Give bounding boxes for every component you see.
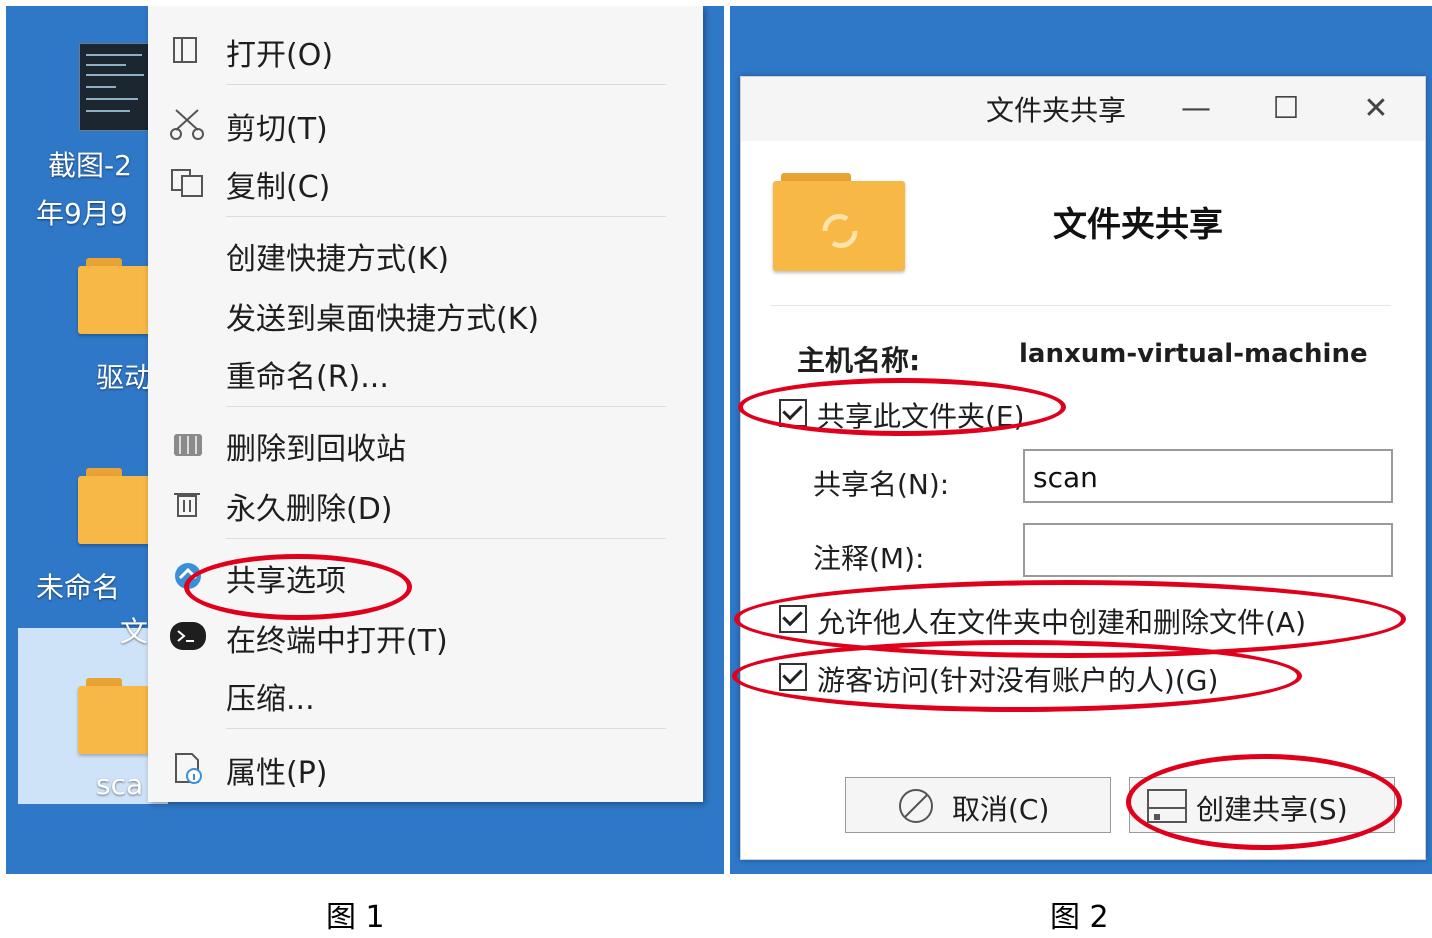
share-folder-checkbox[interactable]	[779, 399, 807, 427]
allow-create-delete-label: 允许他人在文件夹中创建和删除文件(A)	[817, 606, 1307, 639]
host-name-label: 主机名称:	[797, 344, 921, 377]
menu-separator	[226, 538, 666, 539]
shared-folder-icon	[773, 173, 905, 271]
create-share-button-label: 创建共享(S)	[1196, 793, 1348, 826]
trash-icon	[174, 434, 202, 456]
menu-item-open[interactable]: 打开(O)	[148, 24, 703, 74]
copy-icon	[171, 169, 203, 197]
menu-item-label: 永久删除(D)	[226, 492, 393, 527]
terminal-icon	[170, 622, 206, 650]
create-share-button[interactable]: 创建共享(S)	[1129, 777, 1395, 833]
menu-item-cut[interactable]: 剪切(T)	[148, 98, 703, 148]
folder-share-dialog: 文件夹共享 — ☐ ✕ 文件夹共享 主机名称: lanxum-virtual-m…	[740, 76, 1426, 860]
cancel-button[interactable]: 取消(C)	[845, 777, 1111, 833]
window-title: 文件夹共享	[986, 94, 1127, 127]
dialog-heading: 文件夹共享	[1053, 205, 1223, 245]
cut-icon	[170, 109, 204, 140]
share-arrows-icon	[822, 214, 858, 248]
menu-item-label: 打开(O)	[226, 38, 334, 73]
desktop-icon-label: 年9月9	[36, 197, 128, 230]
menu-item-copy[interactable]: 复制(C)	[148, 156, 703, 206]
context-menu: 打开(O) 剪切(T) 复制(C) 创建快捷方式(K) 发送到桌面快捷方式(K)…	[148, 6, 703, 802]
menu-item-label: 共享选项	[226, 564, 346, 599]
properties-icon	[175, 753, 202, 784]
menu-separator	[226, 84, 666, 85]
folder-icon[interactable]	[78, 468, 154, 544]
menu-item-open-in-terminal[interactable]: 在终端中打开(T)	[148, 610, 703, 660]
share-folder-label: 共享此文件夹(E)	[817, 400, 1025, 433]
share-name-label: 共享名(N):	[813, 468, 950, 501]
menu-item-label: 删除到回收站	[226, 432, 406, 467]
comment-input[interactable]	[1023, 523, 1393, 577]
menu-item-label: 在终端中打开(T)	[226, 624, 448, 659]
create-share-icon	[1147, 789, 1187, 823]
desktop-icon-label: 文	[120, 615, 149, 648]
screenshot-thumbnail-icon[interactable]	[79, 43, 153, 131]
divider	[771, 305, 1391, 306]
comment-label: 注释(M):	[813, 542, 925, 575]
menu-item-delete-permanently[interactable]: 永久删除(D)	[148, 478, 703, 528]
menu-item-label: 重命名(R)...	[226, 360, 389, 395]
cancel-icon	[899, 789, 933, 823]
guest-access-label: 游客访问(针对没有账户的人)(G)	[817, 664, 1219, 697]
desktop-icon-label: 驱动	[96, 361, 153, 394]
title-bar: 文件夹共享 — ☐ ✕	[741, 77, 1425, 141]
close-button[interactable]: ✕	[1356, 89, 1396, 129]
menu-item-label: 属性(P)	[226, 756, 328, 791]
guest-access-checkbox[interactable]	[779, 663, 807, 691]
allow-create-delete-checkbox[interactable]	[779, 605, 807, 633]
menu-separator	[226, 216, 666, 217]
desktop-icon-label: 未命名	[36, 571, 121, 604]
menu-item-label: 发送到桌面快捷方式(K)	[226, 302, 540, 337]
host-name-value: lanxum-virtual-machine	[1019, 339, 1368, 369]
share-icon	[175, 563, 201, 589]
menu-item-label: 压缩...	[226, 682, 315, 717]
open-icon	[173, 37, 197, 63]
folder-icon[interactable]	[78, 258, 154, 334]
menu-item-sharing-options[interactable]: 共享选项	[148, 550, 703, 600]
desktop-screenshot: 截图-2 年9月9 驱动 未命名 文 sca 打开(O) 剪切(T) 复制(C)…	[6, 6, 724, 874]
figure-caption: 图 2	[1050, 900, 1109, 935]
menu-item-properties[interactable]: 属性(P)	[148, 742, 703, 792]
menu-item-compress[interactable]: 压缩...	[148, 668, 703, 718]
cancel-button-label: 取消(C)	[952, 793, 1050, 826]
desktop-icon-label: 截图-2	[48, 149, 132, 182]
menu-item-create-shortcut[interactable]: 创建快捷方式(K)	[148, 228, 703, 278]
menu-item-label: 复制(C)	[226, 170, 331, 205]
menu-item-send-to-desktop[interactable]: 发送到桌面快捷方式(K)	[148, 288, 703, 338]
desktop-icon-label: sca	[96, 768, 144, 801]
share-dialog-screenshot: 文件夹共享 — ☐ ✕ 文件夹共享 主机名称: lanxum-virtual-m…	[730, 6, 1432, 874]
menu-item-label: 剪切(T)	[226, 112, 328, 147]
minimize-button[interactable]: —	[1176, 89, 1216, 129]
menu-item-label: 创建快捷方式(K)	[226, 242, 450, 277]
menu-item-move-to-trash[interactable]: 删除到回收站	[148, 418, 703, 468]
delete-icon	[174, 493, 200, 517]
figure-caption: 图 1	[326, 900, 385, 935]
menu-separator	[226, 406, 666, 407]
maximize-button[interactable]: ☐	[1266, 89, 1306, 129]
folder-icon[interactable]	[78, 678, 154, 754]
share-name-input[interactable]: scan	[1023, 449, 1393, 503]
menu-item-rename[interactable]: 重命名(R)...	[148, 346, 703, 396]
menu-separator	[226, 728, 666, 729]
